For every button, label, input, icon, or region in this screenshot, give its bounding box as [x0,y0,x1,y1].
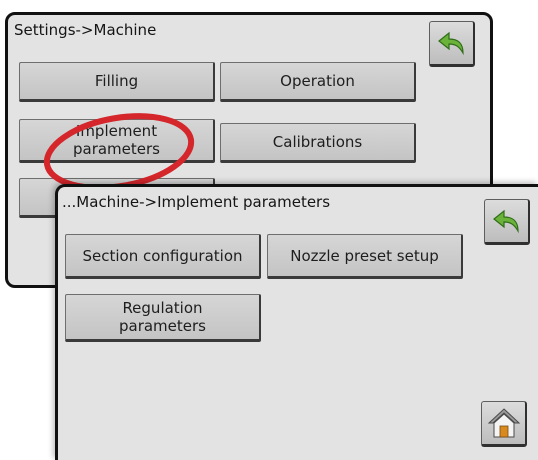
filling-button[interactable]: Filling [19,62,215,102]
home-icon [487,408,520,438]
regulation-parameters-button[interactable]: Regulation parameters [65,294,261,342]
home-button[interactable] [481,401,527,447]
back-arrow-icon [492,209,519,234]
screenshot-stage: Settings->Machine Filling Operation Impl… [0,0,538,460]
panel-title: Settings->Machine [14,21,157,39]
back-arrow-icon [437,31,464,56]
operation-button[interactable]: Operation [220,62,416,102]
panel-title: ...Machine->Implement parameters [62,193,331,211]
implement-parameters-button[interactable]: Implement parameters [19,119,215,163]
back-button[interactable] [429,21,475,67]
nozzle-preset-setup-button[interactable]: Nozzle preset setup [267,234,463,279]
implement-parameters-panel: ...Machine->Implement parameters Section… [55,184,538,460]
back-button[interactable] [484,199,530,245]
calibrations-button[interactable]: Calibrations [220,123,416,163]
section-configuration-button[interactable]: Section configuration [65,234,261,279]
